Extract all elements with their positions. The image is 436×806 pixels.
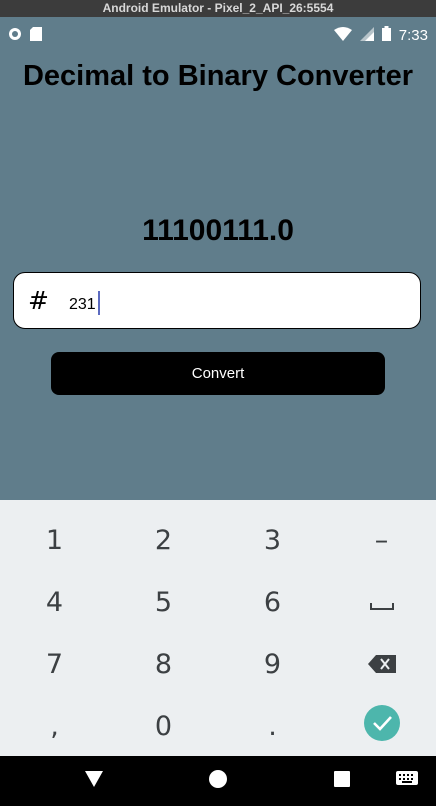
- text-caret: [97, 291, 100, 315]
- page-title: Decimal to Binary Converter: [22, 60, 413, 92]
- keyboard-switch-button[interactable]: [386, 756, 428, 806]
- key-done[interactable]: [327, 695, 436, 757]
- home-circle-icon: [209, 770, 227, 792]
- recents-button[interactable]: [318, 756, 366, 806]
- decimal-input[interactable]: 231: [69, 291, 100, 315]
- key-7[interactable]: 7: [0, 633, 109, 695]
- backspace-icon: [367, 649, 396, 680]
- space-icon: [369, 587, 395, 618]
- back-triangle-icon: [85, 771, 103, 791]
- convert-button[interactable]: Convert: [51, 352, 385, 395]
- emulator-window-title: Android Emulator - Pixel_2_API_26:5554: [0, 0, 436, 17]
- key-1[interactable]: 1: [0, 509, 109, 571]
- binary-result: 11100111.0: [142, 214, 294, 247]
- number-sign-icon: #: [28, 286, 49, 315]
- wifi-icon: [333, 26, 352, 45]
- battery-icon: [381, 26, 391, 45]
- notification-dot-icon: [8, 26, 22, 45]
- home-button[interactable]: [194, 756, 242, 806]
- key-8[interactable]: 8: [109, 633, 218, 695]
- keyboard-icon: [396, 771, 418, 791]
- key-9[interactable]: 9: [218, 633, 327, 695]
- key-5[interactable]: 5: [109, 571, 218, 633]
- navigation-bar: [0, 756, 436, 806]
- done-icon: [363, 704, 400, 748]
- key-3[interactable]: 3: [218, 509, 327, 571]
- status-bar: 7:33: [0, 17, 436, 52]
- key-backspace[interactable]: [327, 633, 436, 695]
- key-minus[interactable]: –: [327, 509, 436, 571]
- key-0[interactable]: 0: [109, 695, 218, 757]
- sd-card-icon: [30, 26, 42, 45]
- key-period[interactable]: .: [218, 695, 327, 757]
- numeric-keyboard: 1 2 3 – 4 5 6 7 8 9 , 0 .: [0, 500, 436, 756]
- decimal-input-field[interactable]: # 231: [13, 272, 421, 329]
- key-6[interactable]: 6: [218, 571, 327, 633]
- key-space[interactable]: [327, 571, 436, 633]
- recents-square-icon: [334, 771, 350, 791]
- signal-icon: [359, 26, 374, 45]
- key-4[interactable]: 4: [0, 571, 109, 633]
- key-2[interactable]: 2: [109, 509, 218, 571]
- decimal-input-value: 231: [69, 296, 96, 313]
- clock: 7:33: [398, 27, 428, 44]
- back-button[interactable]: [70, 756, 118, 806]
- key-comma[interactable]: ,: [0, 695, 109, 757]
